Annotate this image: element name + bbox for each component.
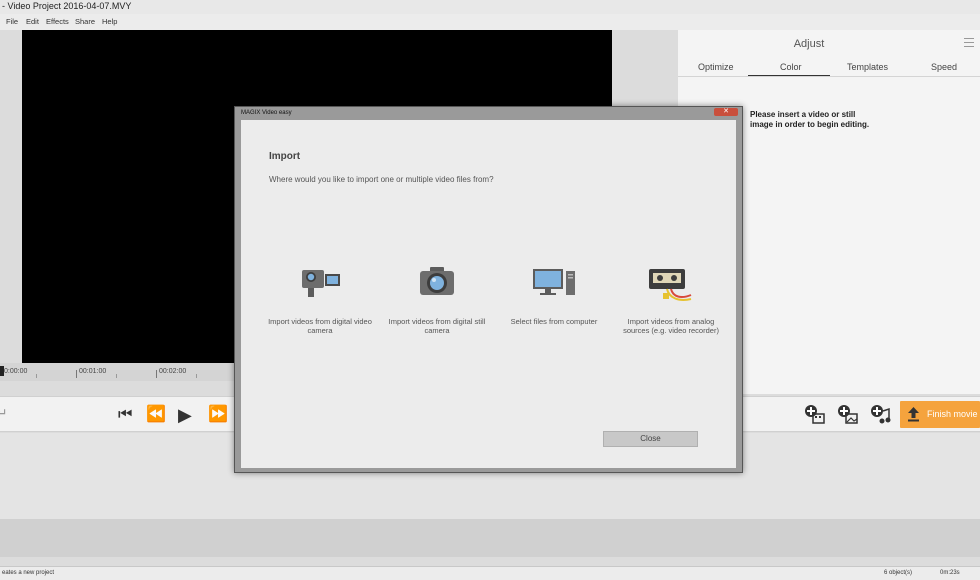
tab-speed[interactable]: Speed bbox=[931, 62, 957, 72]
dialog-body: Import Where would you like to import on… bbox=[241, 120, 736, 468]
ruler-tick bbox=[76, 370, 77, 378]
video-camera-icon bbox=[302, 270, 340, 297]
option-label: Import videos from analog sources (e.g. … bbox=[623, 317, 719, 335]
import-dialog: MAGIX Video easy ✕ Import Where would yo… bbox=[234, 106, 743, 473]
import-option-analog[interactable]: Import videos from analog sources (e.g. … bbox=[616, 265, 726, 335]
status-bar: eates a new project 6 object(s) 0m:23s bbox=[0, 566, 980, 580]
tab-optimize[interactable]: Optimize bbox=[698, 62, 734, 72]
dialog-title: MAGIX Video easy bbox=[241, 110, 292, 116]
tab-templates[interactable]: Templates bbox=[847, 62, 888, 72]
upload-icon bbox=[908, 407, 919, 422]
adjust-tabs: Optimize Color Templates Speed bbox=[678, 62, 980, 76]
finish-movie-label: Finish movie bbox=[927, 409, 978, 419]
finish-movie-button[interactable]: Finish movie bbox=[900, 401, 980, 428]
ruler-minor-tick bbox=[116, 374, 117, 378]
menu-help[interactable]: Help bbox=[102, 14, 117, 30]
tab-color[interactable]: Color bbox=[780, 62, 802, 72]
play-icon[interactable]: ▶ bbox=[178, 405, 192, 425]
close-button[interactable]: Close bbox=[603, 431, 698, 447]
status-objects: 6 object(s) bbox=[884, 570, 913, 576]
undo-icon[interactable]: ↵ bbox=[0, 405, 8, 422]
menu-share[interactable]: Share bbox=[75, 14, 95, 30]
status-duration: 0m:23s bbox=[940, 570, 960, 576]
ruler-label: 00:01:00 bbox=[79, 368, 107, 375]
dialog-question: Where would you like to import one or mu… bbox=[269, 175, 494, 184]
dialog-close-button[interactable]: ✕ bbox=[714, 108, 738, 116]
add-music-icon[interactable] bbox=[869, 403, 891, 425]
fast-forward-icon[interactable]: ⏩ bbox=[208, 405, 228, 425]
menu-effects[interactable]: Effects bbox=[46, 14, 69, 30]
active-tab-indicator bbox=[748, 75, 830, 76]
adjust-title: Adjust bbox=[793, 38, 825, 50]
computer-icon bbox=[533, 269, 575, 295]
option-label: Select files from computer bbox=[510, 317, 598, 326]
dialog-heading: Import bbox=[269, 151, 301, 162]
photo-camera-icon bbox=[420, 267, 454, 295]
hamburger-menu-icon[interactable] bbox=[964, 38, 974, 48]
timeline-scroll-area[interactable] bbox=[0, 519, 980, 557]
ruler-label: 00:02:00 bbox=[159, 368, 187, 375]
menu-edit[interactable]: Edit bbox=[26, 14, 39, 30]
import-option-still-camera[interactable]: Import videos from digital still camera bbox=[382, 265, 492, 335]
ruler-minor-tick bbox=[196, 374, 197, 378]
menu-bar: File Edit Effects Share Help bbox=[0, 14, 980, 30]
option-label: Import videos from digital video camera bbox=[268, 317, 372, 335]
vhs-tape-icon bbox=[649, 269, 692, 301]
import-option-computer[interactable]: Select files from computer bbox=[499, 265, 609, 327]
menu-file[interactable]: File bbox=[6, 14, 18, 30]
rewind-icon[interactable]: ⏪ bbox=[146, 405, 166, 425]
import-option-video-camera[interactable]: Import videos from digital video camera bbox=[265, 265, 375, 335]
ruler-minor-tick bbox=[36, 374, 37, 378]
option-label: Import videos from digital still camera bbox=[388, 317, 486, 335]
add-image-icon[interactable] bbox=[836, 403, 858, 425]
tab-divider bbox=[678, 76, 980, 77]
ruler-tick bbox=[156, 370, 157, 378]
ruler-label: 0:00:00 bbox=[4, 368, 28, 375]
adjust-info-text: Please insert a video or still image in … bbox=[750, 110, 870, 129]
status-text: eates a new project bbox=[2, 570, 55, 576]
window-title: - Video Project 2016-04-07.MVY bbox=[0, 0, 980, 14]
add-video-icon[interactable] bbox=[803, 403, 825, 425]
skip-back-icon[interactable]: ⏮ bbox=[118, 405, 132, 425]
